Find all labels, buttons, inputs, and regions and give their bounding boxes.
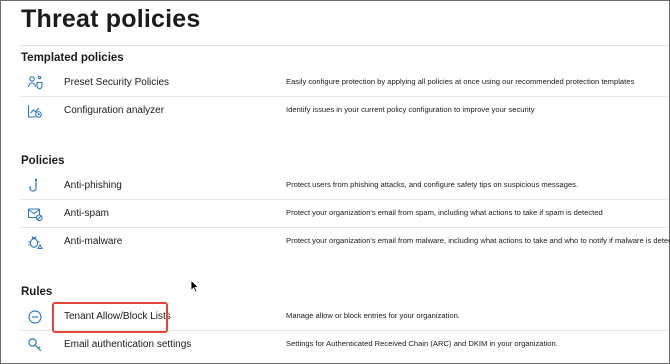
policy-row-configuration-analyzer[interactable]: Configuration analyzer Identify issues i… bbox=[20, 98, 668, 125]
policy-description: Settings for Authenticated Received Chai… bbox=[286, 339, 558, 348]
policy-name[interactable]: Anti-malware bbox=[64, 236, 122, 247]
section-title-rules: Rules bbox=[21, 286, 53, 298]
policy-name[interactable]: Configuration analyzer bbox=[64, 105, 164, 116]
policy-row-anti-spam[interactable]: Anti-spam Protect your organization's em… bbox=[20, 201, 668, 228]
policy-name[interactable]: Anti-phishing bbox=[64, 180, 122, 191]
key-search-icon bbox=[27, 337, 43, 353]
policy-row-email-authentication-settings[interactable]: Email authentication settings Settings f… bbox=[20, 332, 668, 359]
anti-phishing-icon bbox=[27, 178, 43, 194]
policy-description: Identify issues in your current policy c… bbox=[286, 105, 535, 114]
policy-description: Manage allow or block entries for your o… bbox=[286, 311, 460, 320]
policy-name[interactable]: Email authentication settings bbox=[64, 339, 191, 350]
policy-name[interactable]: Anti-spam bbox=[64, 208, 109, 219]
policy-description: Protect your organization's email from m… bbox=[286, 236, 670, 245]
block-list-icon bbox=[27, 309, 43, 325]
row-divider bbox=[20, 227, 668, 228]
mouse-cursor-icon bbox=[190, 278, 200, 293]
policy-description: Protect users from phishing attacks, and… bbox=[286, 180, 579, 189]
section-title-policies: Policies bbox=[21, 155, 65, 167]
selection-highlight bbox=[52, 302, 168, 333]
policy-description: Easily configure protection by applying … bbox=[286, 77, 635, 86]
policy-name[interactable]: Preset Security Policies bbox=[64, 77, 169, 88]
preset-security-icon bbox=[27, 75, 43, 91]
anti-spam-icon bbox=[27, 206, 43, 222]
policy-description: Protect your organization's email from s… bbox=[286, 208, 603, 217]
page-title: Threat policies bbox=[21, 5, 201, 33]
section-title-templated-policies: Templated policies bbox=[21, 52, 124, 64]
title-divider bbox=[20, 45, 668, 46]
anti-malware-icon bbox=[27, 234, 43, 250]
policy-row-anti-malware[interactable]: Anti-malware Protect your organization's… bbox=[20, 229, 670, 256]
configuration-analyzer-icon bbox=[27, 103, 43, 119]
policy-row-preset-security-policies[interactable]: Preset Security Policies Easily configur… bbox=[20, 70, 668, 97]
row-divider bbox=[20, 199, 668, 200]
row-divider bbox=[20, 96, 668, 97]
policy-row-anti-phishing[interactable]: Anti-phishing Protect users from phishin… bbox=[20, 173, 668, 200]
